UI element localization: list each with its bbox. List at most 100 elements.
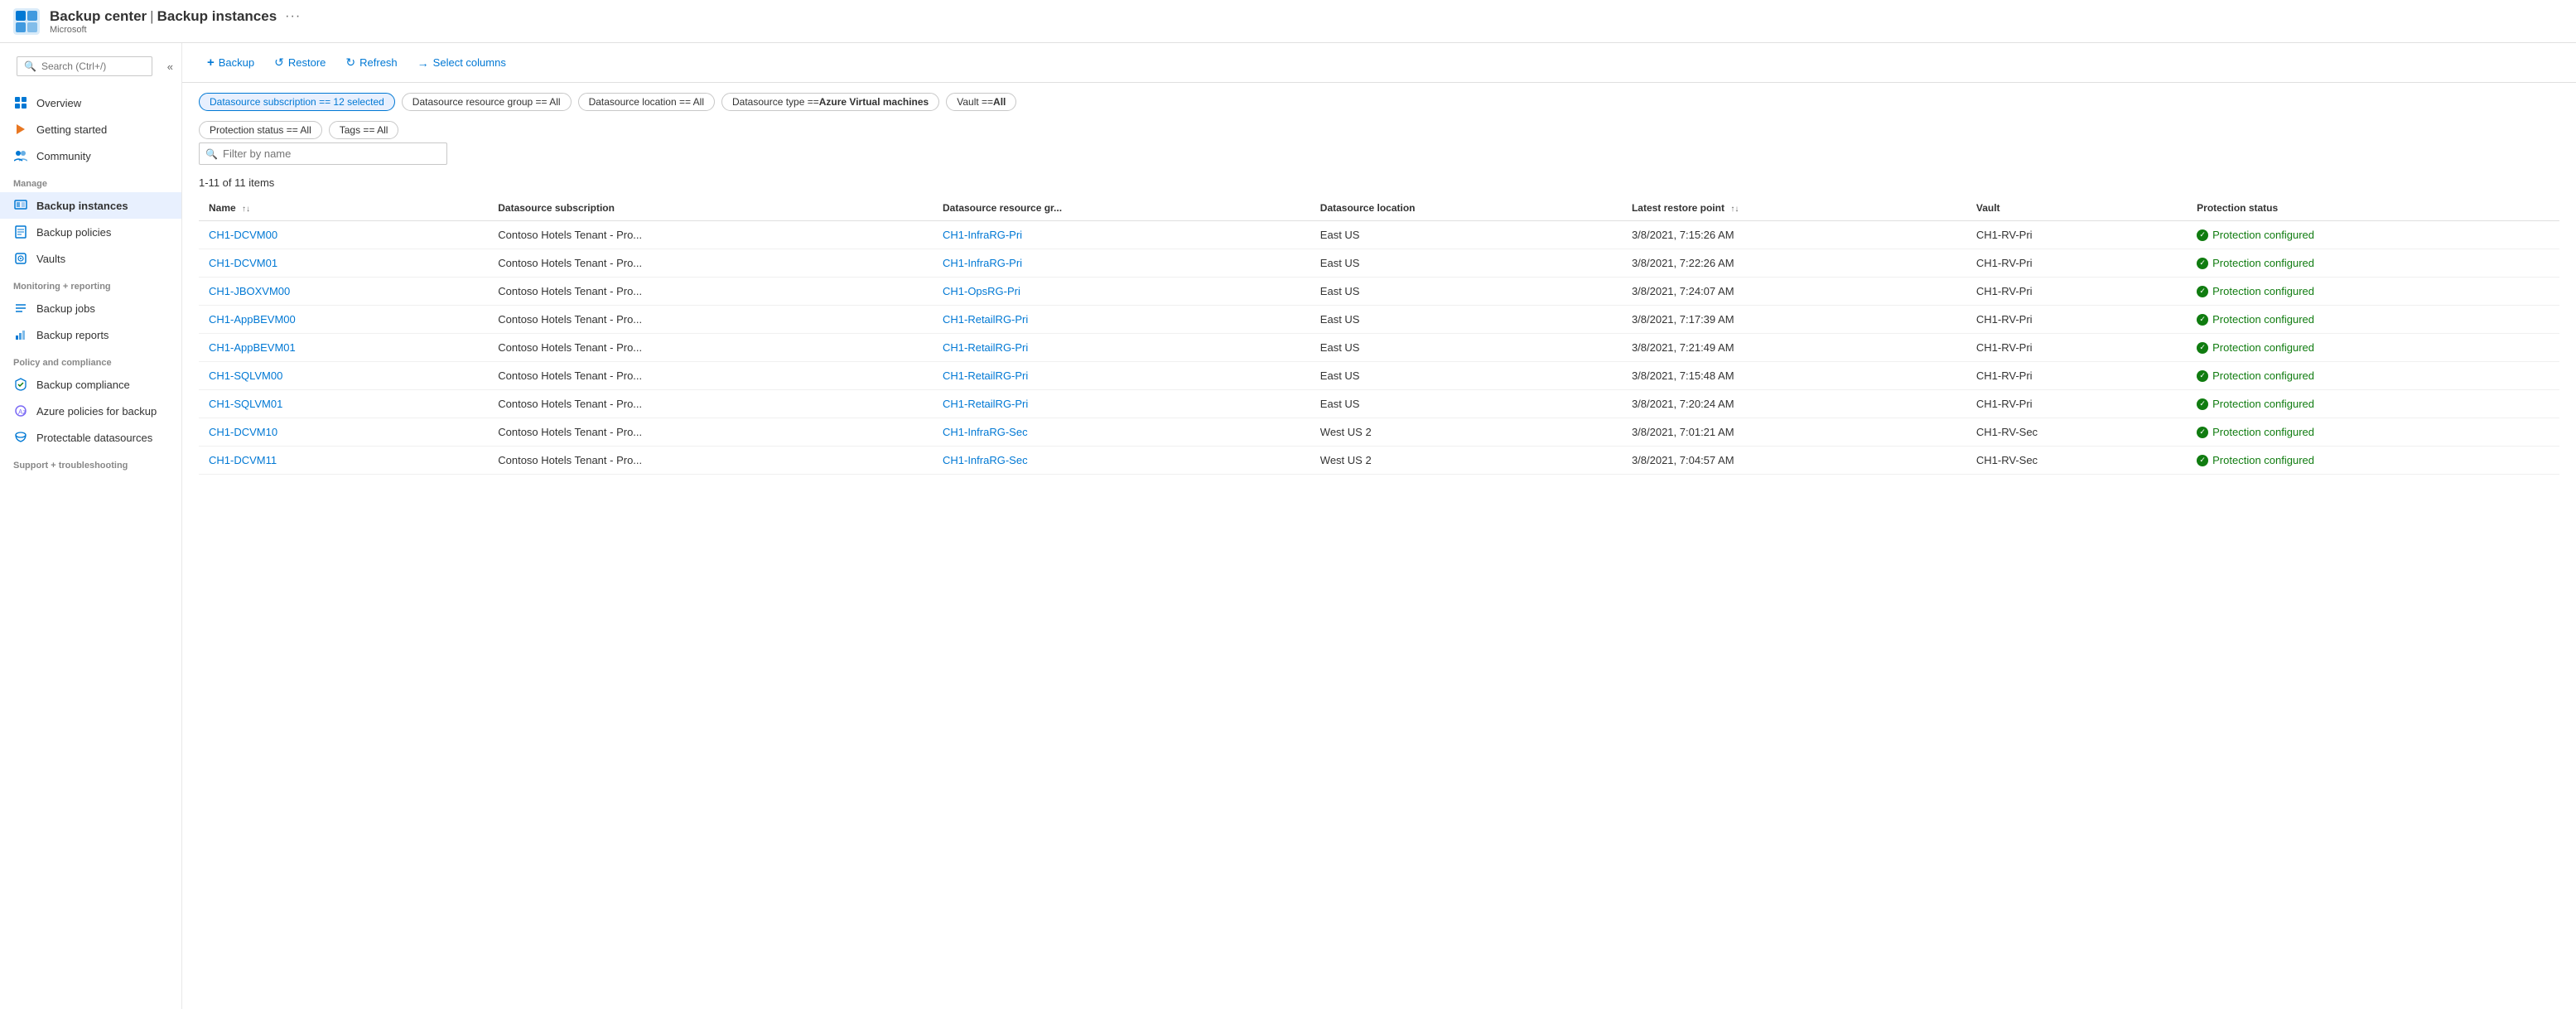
sidebar-item-azure-policies[interactable]: Az Azure policies for backup [0,398,181,424]
cell-name: CH1-DCVM10 [199,418,488,447]
sidebar-label-backup-compliance: Backup compliance [36,379,130,391]
table-row[interactable]: CH1-DCVM11 Contoso Hotels Tenant - Pro..… [199,447,2559,475]
table-header-row: Name ↑↓ Datasource subscription Datasour… [199,196,2559,221]
cell-resource-group: CH1-OpsRG-Pri [933,278,1310,306]
cell-location: West US 2 [1310,418,1622,447]
cell-vault: CH1-RV-Sec [1966,447,2187,475]
col-header-name: Name ↑↓ [199,196,488,221]
cell-name: CH1-JBOXVM00 [199,278,488,306]
cell-protection-status: ✓ Protection configured [2187,278,2559,306]
app-logo [13,8,40,35]
sidebar-label-protectable-datasources: Protectable datasources [36,432,152,444]
protection-check-icon: ✓ [2197,455,2208,466]
cell-vault: CH1-RV-Sec [1966,418,2187,447]
table-row[interactable]: CH1-SQLVM00 Contoso Hotels Tenant - Pro.… [199,362,2559,390]
cell-subscription: Contoso Hotels Tenant - Pro... [488,362,933,390]
cell-subscription: Contoso Hotels Tenant - Pro... [488,418,933,447]
backup-policies-icon [13,224,28,239]
refresh-button[interactable]: ↻ Refresh [337,51,405,74]
cell-subscription: Contoso Hotels Tenant - Pro... [488,278,933,306]
more-button[interactable]: ··· [285,9,301,24]
cell-resource-group: CH1-InfraRG-Pri [933,221,1310,249]
restore-button[interactable]: ↺ Restore [266,51,334,74]
name-filter-container: 🔍 [199,142,2559,165]
cell-subscription: Contoso Hotels Tenant - Pro... [488,306,933,334]
collapse-button[interactable]: « [167,60,173,73]
table-row[interactable]: CH1-DCVM01 Contoso Hotels Tenant - Pro..… [199,249,2559,278]
filter-tags[interactable]: Tags == All [329,121,399,139]
cell-restore-point: 3/8/2021, 7:22:26 AM [1622,249,1966,278]
cell-protection-status: ✓ Protection configured [2187,447,2559,475]
cell-resource-group: CH1-InfraRG-Sec [933,447,1310,475]
table-row[interactable]: CH1-AppBEVM00 Contoso Hotels Tenant - Pr… [199,306,2559,334]
sidebar-item-backup-instances[interactable]: Backup instances [0,192,181,219]
content-area: + Backup ↺ Restore ↻ Refresh → Select co… [182,43,2576,1009]
sidebar-label-backup-policies: Backup policies [36,226,111,239]
select-columns-button[interactable]: → Select columns [409,52,514,74]
filters-area-2: Protection status == All Tags == All [182,121,2576,142]
header-subtitle: Microsoft [50,25,301,35]
section-label-manage: Manage [0,169,181,192]
search-box[interactable]: 🔍 [17,56,152,76]
filter-datasource-resource-group[interactable]: Datasource resource group == All [402,93,572,111]
cell-resource-group: CH1-RetailRG-Pri [933,390,1310,418]
arrow-right-icon: → [417,56,429,70]
sidebar-label-getting-started: Getting started [36,123,107,136]
table-row[interactable]: CH1-DCVM10 Contoso Hotels Tenant - Pro..… [199,418,2559,447]
sidebar-item-backup-jobs[interactable]: Backup jobs [0,295,181,321]
cell-location: East US [1310,390,1622,418]
table-row[interactable]: CH1-AppBEVM01 Contoso Hotels Tenant - Pr… [199,334,2559,362]
protection-check-icon: ✓ [2197,342,2208,354]
items-count: 1-11 of 11 items [182,173,2576,196]
cell-protection-status: ✓ Protection configured [2187,362,2559,390]
cell-vault: CH1-RV-Pri [1966,362,2187,390]
cell-location: East US [1310,249,1622,278]
cell-subscription: Contoso Hotels Tenant - Pro... [488,249,933,278]
filter-protection-status[interactable]: Protection status == All [199,121,322,139]
cell-protection-status: ✓ Protection configured [2187,249,2559,278]
sidebar-label-community: Community [36,150,91,162]
cell-location: West US 2 [1310,447,1622,475]
protection-check-icon: ✓ [2197,314,2208,326]
table-row[interactable]: CH1-SQLVM01 Contoso Hotels Tenant - Pro.… [199,390,2559,418]
restore-sort-icon[interactable]: ↑↓ [1730,205,1739,214]
cell-name: CH1-DCVM00 [199,221,488,249]
cell-protection-status: ✓ Protection configured [2187,306,2559,334]
sidebar-item-overview[interactable]: Overview [0,89,181,116]
sidebar-item-backup-reports[interactable]: Backup reports [0,321,181,348]
name-filter-input[interactable] [199,142,447,165]
sidebar-item-protectable-datasources[interactable]: Protectable datasources [0,424,181,451]
col-header-restore-point: Latest restore point ↑↓ [1622,196,1966,221]
cell-name: CH1-DCVM11 [199,447,488,475]
sidebar-label-azure-policies: Azure policies for backup [36,405,157,418]
cell-vault: CH1-RV-Pri [1966,390,2187,418]
sidebar-item-backup-policies[interactable]: Backup policies [0,219,181,245]
cell-location: East US [1310,334,1622,362]
sidebar-item-getting-started[interactable]: Getting started [0,116,181,142]
overview-icon [13,95,28,110]
instances-table: Name ↑↓ Datasource subscription Datasour… [199,196,2559,475]
cell-location: East US [1310,278,1622,306]
filter-vault[interactable]: Vault == All [946,93,1016,111]
vaults-icon [13,251,28,266]
sidebar-item-community[interactable]: Community [0,142,181,169]
filter-datasource-subscription[interactable]: Datasource subscription == 12 selected [199,93,395,111]
name-sort-icon[interactable]: ↑↓ [242,205,250,214]
sidebar-item-vaults[interactable]: Vaults [0,245,181,272]
protection-check-icon: ✓ [2197,286,2208,297]
filter-datasource-type[interactable]: Datasource type == Azure Virtual machine… [721,93,939,111]
backup-compliance-icon [13,377,28,392]
table-container: Name ↑↓ Datasource subscription Datasour… [182,196,2576,475]
cell-restore-point: 3/8/2021, 7:01:21 AM [1622,418,1966,447]
sidebar-label-vaults: Vaults [36,253,65,265]
sidebar: 🔍 « Overview Getting started Community [0,43,182,1009]
cell-protection-status: ✓ Protection configured [2187,221,2559,249]
table-row[interactable]: CH1-JBOXVM00 Contoso Hotels Tenant - Pro… [199,278,2559,306]
backup-button[interactable]: + Backup [199,51,263,74]
table-row[interactable]: CH1-DCVM00 Contoso Hotels Tenant - Pro..… [199,221,2559,249]
header-text: Backup center | Backup instances ··· Mic… [50,8,301,35]
filter-datasource-location[interactable]: Datasource location == All [578,93,715,111]
sidebar-item-backup-compliance[interactable]: Backup compliance [0,371,181,398]
filters-area: Datasource subscription == 12 selected D… [182,83,2576,121]
search-input[interactable] [41,60,145,72]
